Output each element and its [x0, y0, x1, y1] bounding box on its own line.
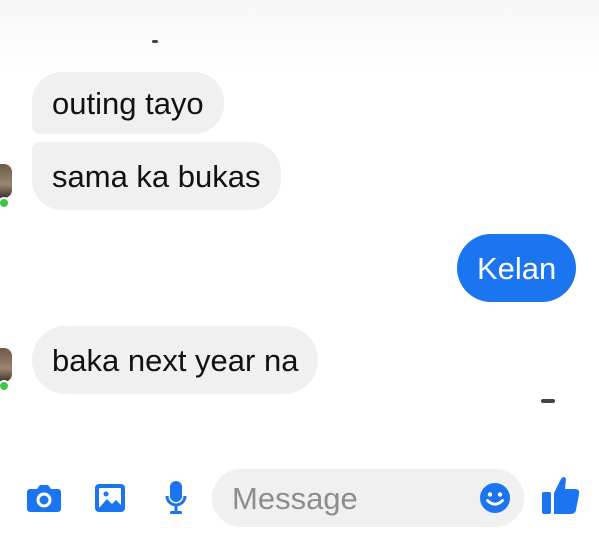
gallery-icon[interactable]	[92, 480, 128, 516]
avatar[interactable]	[0, 164, 12, 198]
message-text: baka next year na	[52, 342, 299, 378]
seen-indicator-icon	[541, 399, 555, 403]
top-fade	[0, 0, 599, 70]
message-bubble-incoming[interactable]: outing tayo	[32, 72, 224, 134]
avatar[interactable]	[0, 348, 12, 382]
message-text: outing tayo	[52, 85, 204, 121]
chat-screen: outing tayo sama ka bukas Kelan baka nex…	[0, 0, 599, 540]
screen-speck	[152, 40, 158, 43]
message-text: sama ka bukas	[52, 158, 261, 194]
emoji-icon[interactable]	[478, 481, 512, 515]
microphone-icon[interactable]	[160, 479, 192, 517]
online-status-dot	[0, 197, 10, 209]
message-bubble-incoming[interactable]: sama ka bukas	[32, 142, 281, 210]
camera-icon[interactable]	[24, 480, 64, 516]
message-bubble-incoming[interactable]: baka next year na	[32, 326, 319, 394]
message-bubble-outgoing[interactable]: Kelan	[457, 234, 577, 302]
message-input-placeholder: Message	[232, 481, 358, 516]
message-text: Kelan	[477, 250, 557, 286]
online-status-dot	[0, 380, 10, 392]
message-input[interactable]: Message	[212, 469, 524, 527]
thumbs-up-icon[interactable]	[540, 473, 582, 517]
